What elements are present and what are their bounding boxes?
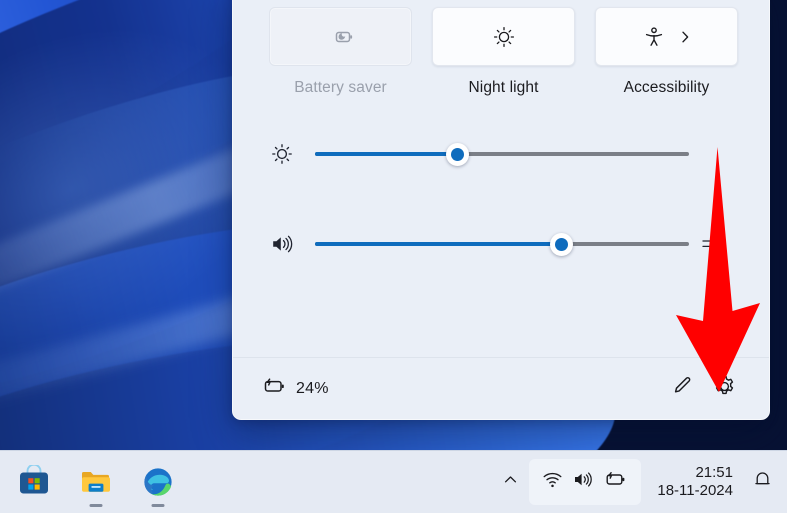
- taskbar-app-file-explorer[interactable]: [70, 456, 122, 508]
- brightness-slider[interactable]: [315, 131, 689, 177]
- sliders-section: [269, 131, 733, 267]
- tile-battery-saver[interactable]: [269, 7, 412, 66]
- battery-charging-icon: [261, 375, 287, 402]
- pencil-icon: [670, 374, 694, 403]
- edit-quick-settings-button[interactable]: [661, 368, 703, 410]
- battery-percent-label: 24%: [296, 380, 329, 398]
- chevron-up-icon: [502, 471, 519, 493]
- tile-battery-saver-label: Battery saver: [294, 79, 387, 97]
- tray-time: 21:51: [657, 464, 733, 482]
- tile-accessibility-container: Accessibility: [595, 7, 738, 97]
- quick-settings-footer: 24%: [233, 357, 769, 419]
- audio-output-selector[interactable]: [689, 233, 733, 255]
- volume-icon: [269, 231, 315, 257]
- volume-slider[interactable]: [315, 221, 689, 267]
- tray-clock[interactable]: 21:51 18-11-2024: [645, 464, 741, 501]
- volume-fill: [315, 242, 562, 246]
- tile-night-light-label: Night light: [468, 79, 538, 97]
- tray-overflow-button[interactable]: [495, 462, 525, 502]
- taskbar-app-microsoft-edge[interactable]: [132, 456, 184, 508]
- desktop: Battery saver: [0, 0, 787, 513]
- battery-status[interactable]: 24%: [261, 375, 329, 402]
- gear-icon: [712, 374, 737, 404]
- settings-gear-button[interactable]: [703, 368, 745, 410]
- system-tray: 21:51 18-11-2024: [495, 459, 779, 505]
- battery-charging-icon: [603, 469, 628, 495]
- brightness-track[interactable]: [315, 152, 689, 156]
- quick-settings-tiles: Battery saver: [269, 7, 733, 97]
- tile-night-light-container: Night light: [432, 7, 575, 97]
- app-running-indicator: [152, 504, 165, 508]
- tile-accessibility[interactable]: [595, 7, 738, 66]
- notification-button[interactable]: [745, 462, 779, 502]
- bell-icon: [752, 469, 773, 495]
- brightness-thumb[interactable]: [446, 143, 469, 166]
- taskbar-app-microsoft-store[interactable]: [8, 456, 60, 508]
- taskbar: 21:51 18-11-2024: [0, 450, 787, 513]
- brightness-fill: [315, 152, 457, 156]
- accessibility-icon: [641, 24, 667, 50]
- chevron-right-icon[interactable]: [679, 29, 692, 45]
- brightness-slider-row: [269, 131, 733, 177]
- tray-quick-settings-button[interactable]: [529, 459, 641, 505]
- app-running-indicator: [90, 504, 103, 508]
- volume-track[interactable]: [315, 242, 689, 246]
- taskbar-apps: [8, 456, 184, 508]
- tile-battery-saver-container: Battery saver: [269, 7, 412, 97]
- brightness-icon: [269, 141, 315, 167]
- quick-settings-body: Battery saver: [233, 0, 769, 357]
- quick-settings-panel: Battery saver: [232, 0, 770, 420]
- night-light-icon: [491, 24, 517, 50]
- volume-icon: [572, 469, 594, 495]
- wifi-icon: [542, 469, 563, 495]
- volume-slider-row: [269, 221, 733, 267]
- volume-thumb[interactable]: [550, 233, 573, 256]
- tile-night-light[interactable]: [432, 7, 575, 66]
- tray-date: 18-11-2024: [657, 482, 733, 500]
- tile-accessibility-label: Accessibility: [624, 79, 710, 97]
- battery-saver-icon: [328, 24, 354, 50]
